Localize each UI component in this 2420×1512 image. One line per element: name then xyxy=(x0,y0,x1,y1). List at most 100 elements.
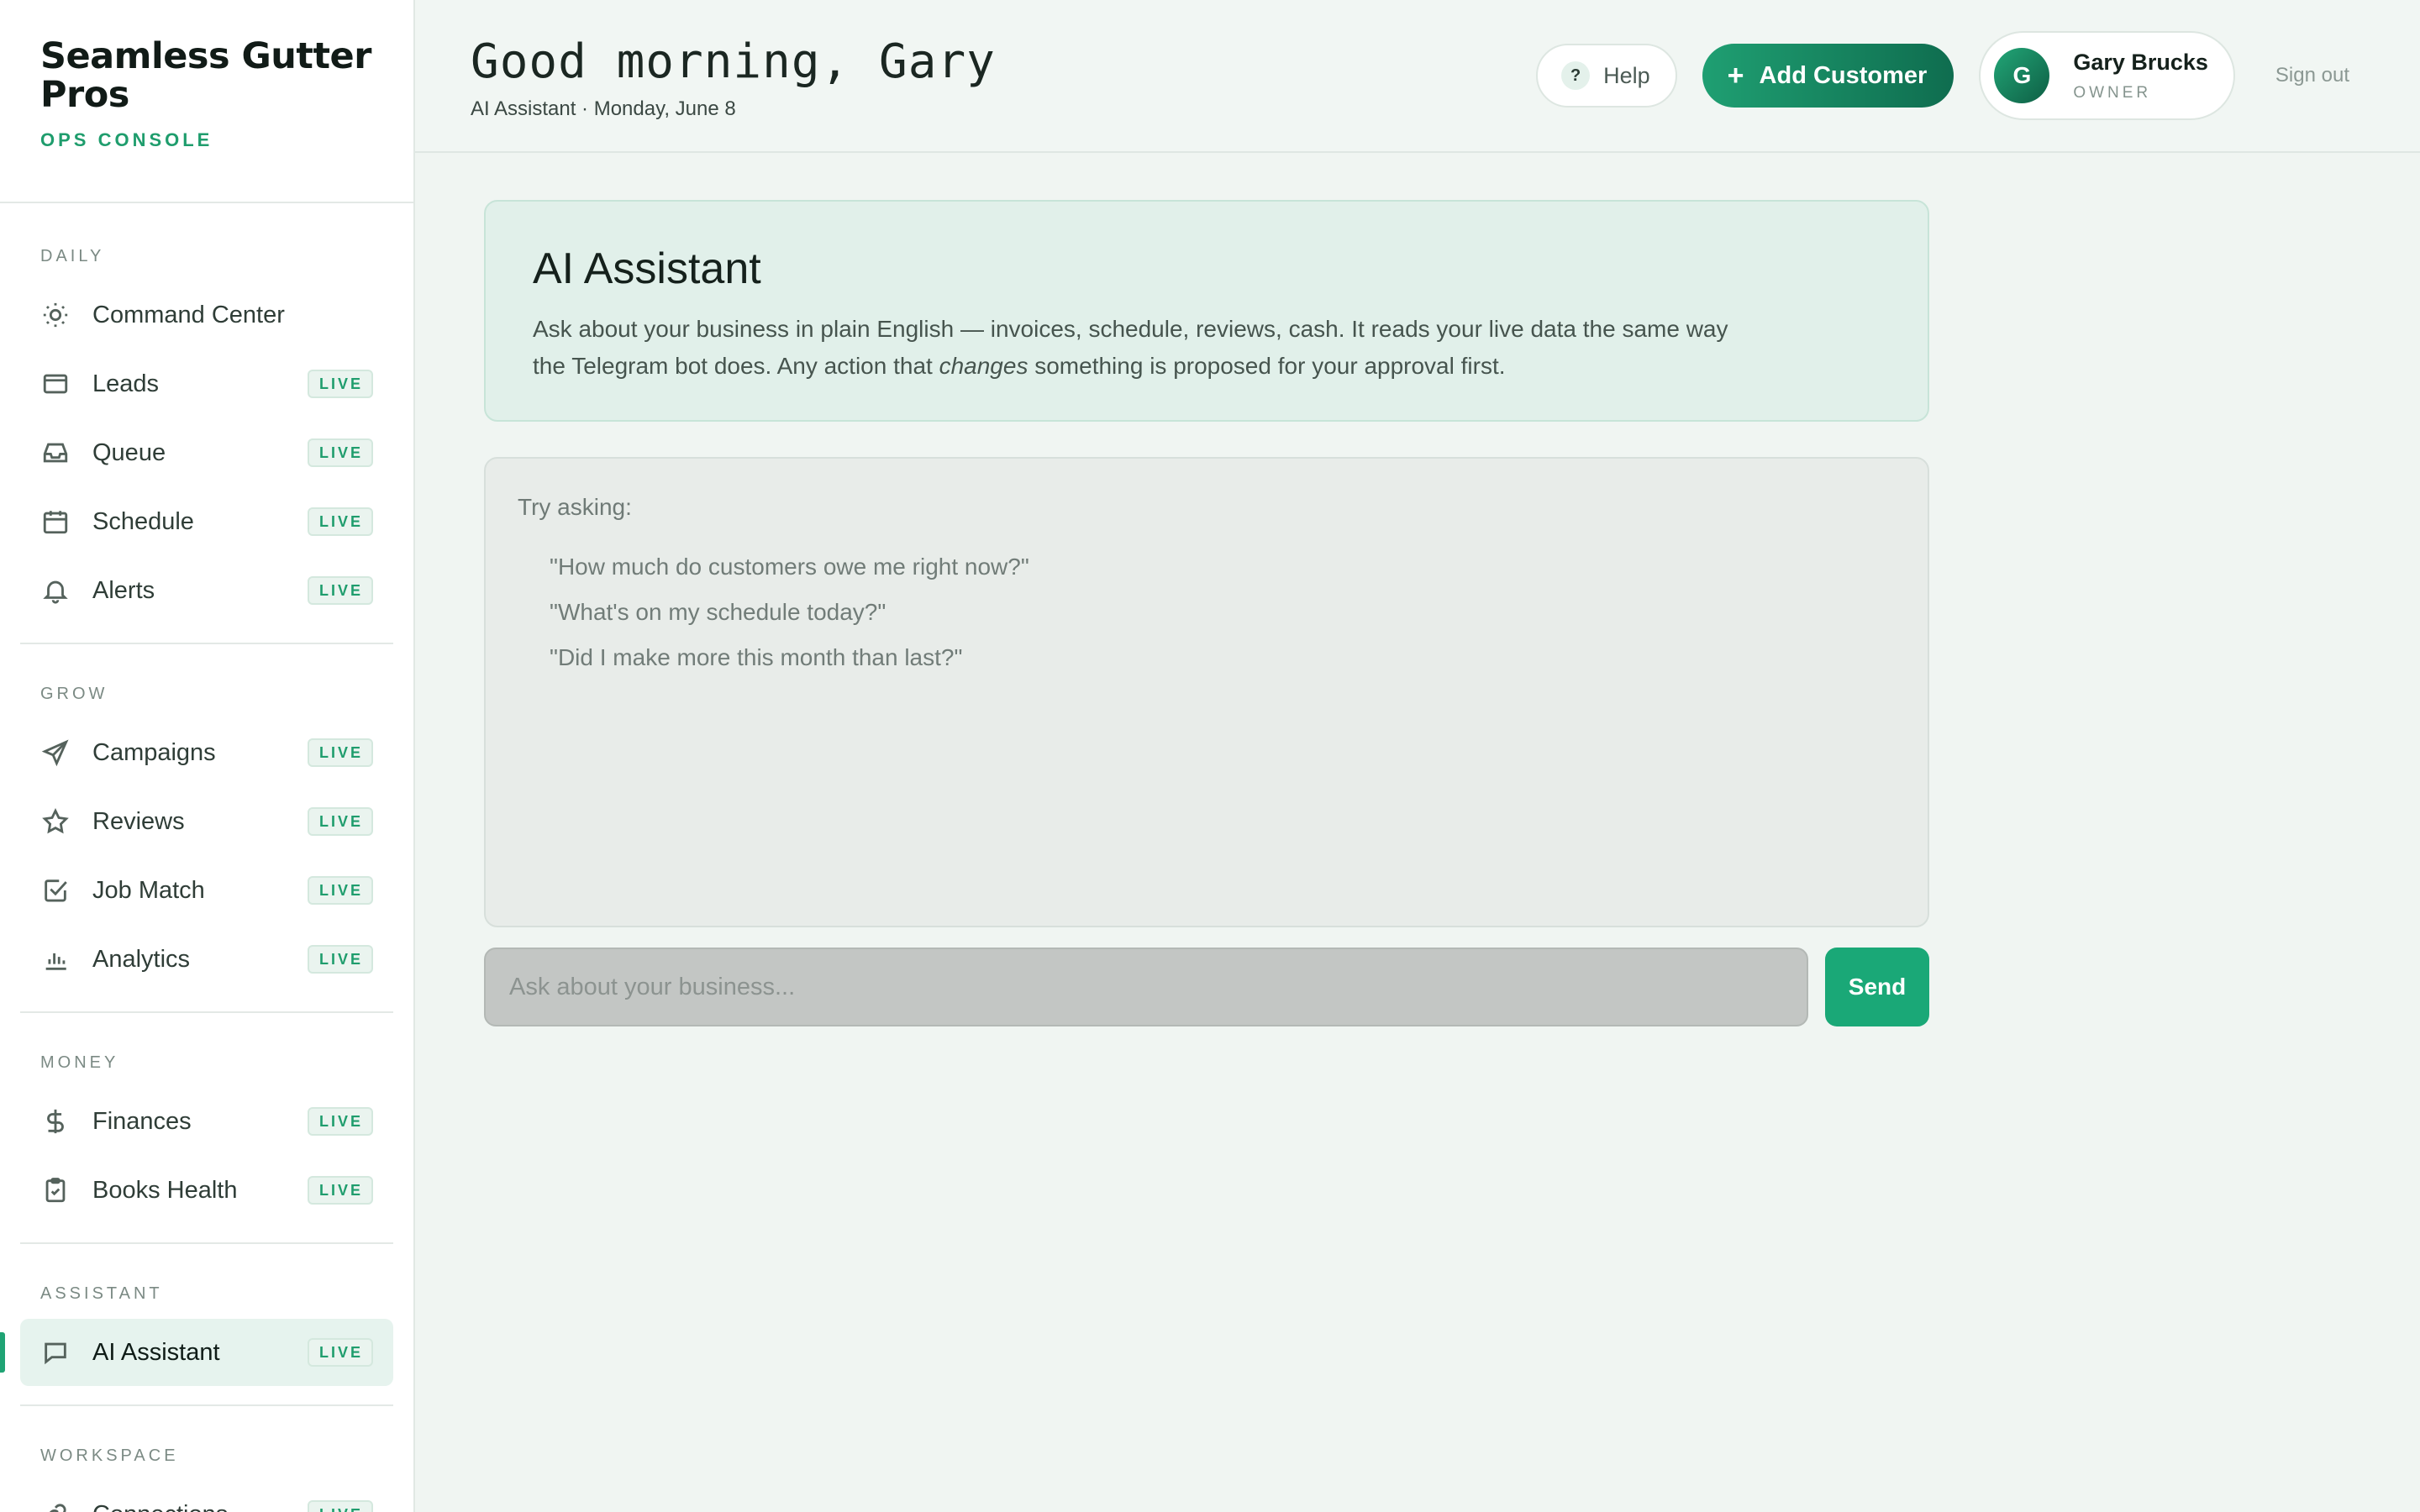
nav-section-money: MONEY Finances LIVE Books Health LIVE xyxy=(20,1013,393,1244)
assistant-title: AI Assistant xyxy=(533,244,761,293)
clipboard-icon xyxy=(40,1175,71,1205)
greeting-block: Good morning, Gary AI Assistant · Monday… xyxy=(471,30,1536,121)
greeting-heading: Good morning, Gary xyxy=(471,34,996,89)
sidebar-item-label: Reviews xyxy=(92,807,185,835)
brand-subtitle: OPS CONSOLE xyxy=(40,129,213,150)
description-emphasis: changes xyxy=(939,353,1028,379)
send-button[interactable]: Send xyxy=(1825,948,1929,1026)
nav-section-daily: DAILY Command Center Leads LIVE Queue LI… xyxy=(20,203,393,644)
sidebar-item-finances[interactable]: Finances LIVE xyxy=(20,1088,393,1155)
sidebar-item-campaigns[interactable]: Campaigns LIVE xyxy=(20,719,393,786)
ask-input[interactable] xyxy=(484,948,1808,1026)
avatar: G xyxy=(1994,48,2050,103)
star-icon xyxy=(40,806,71,837)
live-badge: LIVE xyxy=(307,438,373,467)
sidebar-item-label: Analytics xyxy=(92,945,191,973)
sidebar-item-label: Books Health xyxy=(92,1176,238,1204)
sidebar-item-label: Queue xyxy=(92,438,166,466)
live-badge: LIVE xyxy=(307,370,373,398)
sidebar-item-label: Leads xyxy=(92,370,160,397)
nav-section-grow: GROW Campaigns LIVE Reviews LIVE Job Mat… xyxy=(20,644,393,1013)
mail-icon xyxy=(40,369,71,399)
sidebar-item-alerts[interactable]: Alerts LIVE xyxy=(20,557,393,624)
sidebar-item-label: Job Match xyxy=(92,876,205,904)
live-badge: LIVE xyxy=(307,1107,373,1136)
sidebar-item-label: Alerts xyxy=(92,576,155,604)
top-actions: ? Help + Add Customer G Gary Brucks OWNE… xyxy=(1536,31,2349,120)
help-button-label: Help xyxy=(1603,62,1650,88)
section-title: GROW xyxy=(40,685,108,703)
inbox-icon xyxy=(40,438,71,468)
suggestion-list: "How much do customers owe me right now?… xyxy=(518,544,1896,680)
sidebar-item-job-match[interactable]: Job Match LIVE xyxy=(20,857,393,924)
sign-out-link[interactable]: Sign out xyxy=(2275,64,2349,87)
section-title: MONEY xyxy=(40,1053,119,1072)
help-button[interactable]: ? Help xyxy=(1536,44,1677,108)
app-root: Seamless Gutter Pros OPS CONSOLE DAILY C… xyxy=(0,0,2420,1512)
sidebar-item-books-health[interactable]: Books Health LIVE xyxy=(20,1157,393,1224)
calendar-icon xyxy=(40,507,71,537)
live-badge: LIVE xyxy=(307,576,373,605)
sidebar-nav: DAILY Command Center Leads LIVE Queue LI… xyxy=(0,203,413,1512)
chat-input-row: Send xyxy=(484,948,1929,1026)
chat-icon xyxy=(40,1337,71,1368)
sidebar-item-connections[interactable]: Connections LIVE xyxy=(20,1481,393,1512)
live-badge: LIVE xyxy=(307,945,373,974)
sidebar-item-leads[interactable]: Leads LIVE xyxy=(20,350,393,417)
sun-icon xyxy=(40,300,71,330)
plus-icon: + xyxy=(1727,60,1744,92)
live-badge: LIVE xyxy=(307,1176,373,1205)
nav-section-assistant: ASSISTANT AI Assistant LIVE xyxy=(0,1244,393,1406)
add-customer-label: Add Customer xyxy=(1759,61,1928,89)
suggestion-item[interactable]: "How much do customers owe me right now?… xyxy=(550,544,1896,590)
sidebar-item-reviews[interactable]: Reviews LIVE xyxy=(20,788,393,855)
live-badge: LIVE xyxy=(307,1500,373,1512)
assistant-intro-card: AI Assistant Ask about your business in … xyxy=(484,200,1929,422)
sidebar: Seamless Gutter Pros OPS CONSOLE DAILY C… xyxy=(0,0,415,1512)
sidebar-item-label: Command Center xyxy=(92,301,285,328)
try-asking-label: Try asking: xyxy=(518,494,632,520)
link-icon xyxy=(40,1499,71,1512)
main-area: Good morning, Gary AI Assistant · Monday… xyxy=(415,0,2420,1512)
check-square-icon xyxy=(40,875,71,906)
sidebar-item-ai-assistant[interactable]: AI Assistant LIVE xyxy=(0,1319,393,1386)
description-text: something is proposed for your approval … xyxy=(1028,353,1506,379)
brand-name[interactable]: Seamless Gutter Pros xyxy=(40,37,373,114)
help-icon: ? xyxy=(1561,61,1591,90)
section-title: DAILY xyxy=(40,247,105,265)
brand: Seamless Gutter Pros OPS CONSOLE xyxy=(0,0,413,203)
live-badge: LIVE xyxy=(307,876,373,905)
add-customer-button[interactable]: + Add Customer xyxy=(1702,44,1954,108)
sidebar-item-label: Campaigns xyxy=(92,738,216,766)
dollar-icon xyxy=(40,1106,71,1137)
bell-icon xyxy=(40,575,71,606)
top-bar: Good morning, Gary AI Assistant · Monday… xyxy=(415,0,2420,153)
sidebar-item-schedule[interactable]: Schedule LIVE xyxy=(20,488,393,555)
section-title: ASSISTANT xyxy=(40,1284,163,1303)
bar-chart-icon xyxy=(40,944,71,974)
page-subline: AI Assistant · Monday, June 8 xyxy=(471,97,736,120)
assistant-description: Ask about your business in plain English… xyxy=(533,311,1743,385)
send-icon xyxy=(40,738,71,768)
sidebar-item-label: Finances xyxy=(92,1107,192,1135)
live-badge: LIVE xyxy=(307,1338,373,1367)
live-badge: LIVE xyxy=(307,807,373,836)
sidebar-item-label: Connections xyxy=(92,1501,308,1512)
sidebar-item-queue[interactable]: Queue LIVE xyxy=(20,419,393,486)
user-menu[interactable]: G Gary Brucks OWNER xyxy=(1979,31,2235,120)
sidebar-item-label: Schedule xyxy=(92,507,194,535)
user-role: OWNER xyxy=(2073,83,2152,102)
section-title: WORKSPACE xyxy=(40,1446,179,1465)
user-info: Gary Brucks OWNER xyxy=(2073,50,2208,102)
assistant-content: AI Assistant Ask about your business in … xyxy=(415,153,2420,1026)
user-name: Gary Brucks xyxy=(2073,49,2208,75)
sidebar-item-analytics[interactable]: Analytics LIVE xyxy=(20,926,393,993)
sidebar-item-label: AI Assistant xyxy=(92,1338,220,1366)
chat-transcript-area: Try asking: "How much do customers owe m… xyxy=(484,457,1929,927)
nav-section-workspace: WORKSPACE Connections LIVE xyxy=(20,1406,393,1512)
suggestion-item[interactable]: "What's on my schedule today?" xyxy=(550,590,1896,635)
sidebar-item-command-center[interactable]: Command Center xyxy=(20,281,393,349)
live-badge: LIVE xyxy=(307,738,373,767)
live-badge: LIVE xyxy=(307,507,373,536)
suggestion-item[interactable]: "Did I make more this month than last?" xyxy=(550,635,1896,680)
